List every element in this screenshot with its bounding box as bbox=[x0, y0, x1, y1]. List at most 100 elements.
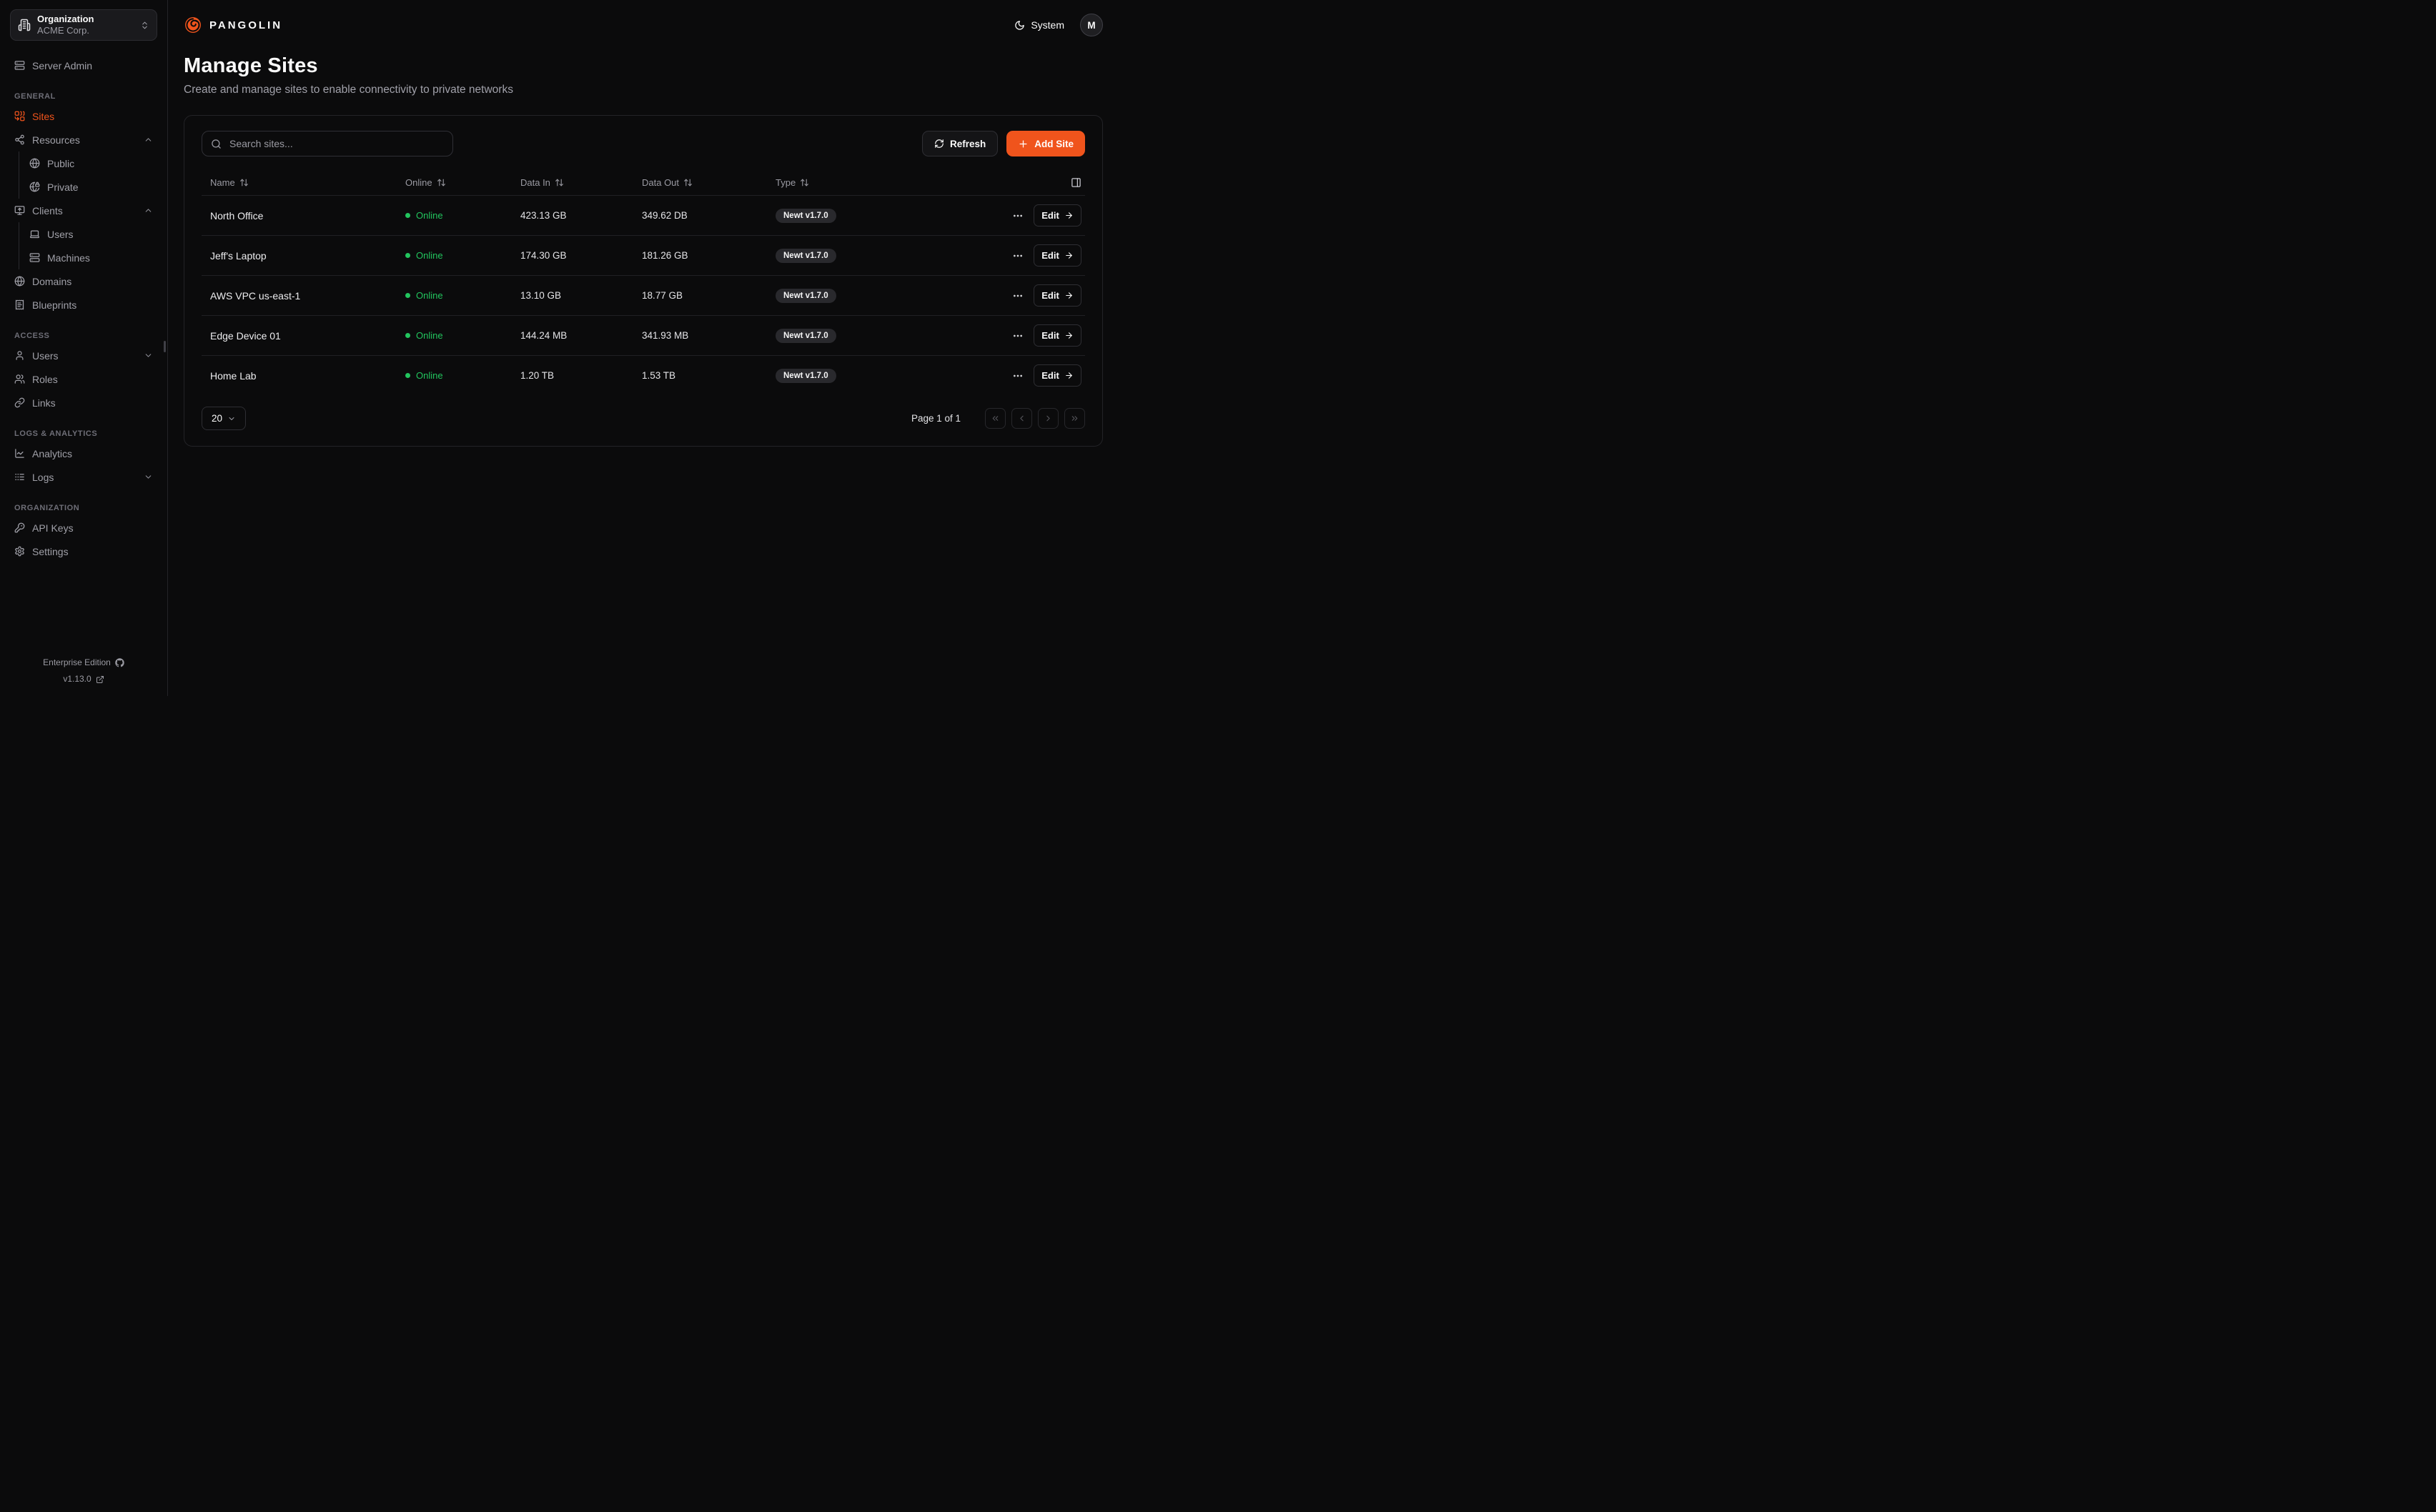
sidebar-item-settings[interactable]: Settings bbox=[10, 539, 157, 563]
row-menu-button[interactable] bbox=[1009, 207, 1027, 225]
search-input[interactable] bbox=[228, 137, 444, 150]
sites-card: Refresh Add Site Name Online bbox=[184, 115, 1103, 447]
sidebar-item-label: Users bbox=[47, 229, 74, 240]
prev-page-button[interactable] bbox=[1011, 408, 1032, 429]
building-icon bbox=[18, 19, 31, 31]
plus-icon bbox=[1018, 139, 1029, 149]
edit-button[interactable]: Edit bbox=[1034, 244, 1081, 267]
sidebar-item-label: Sites bbox=[32, 111, 54, 122]
type-badge: Newt v1.7.0 bbox=[776, 249, 836, 263]
link-icon bbox=[14, 397, 25, 408]
chevron-up-icon bbox=[144, 206, 153, 215]
column-header-data-in[interactable]: Data In bbox=[520, 177, 642, 188]
sidebar-item-api-keys[interactable]: API Keys bbox=[10, 516, 157, 539]
key-icon bbox=[14, 522, 25, 533]
table-row: Edge Device 01 Online 144.24 MB 341.93 M… bbox=[202, 315, 1085, 355]
column-header-name[interactable]: Name bbox=[202, 177, 405, 188]
sidebar-item-analytics[interactable]: Analytics bbox=[10, 442, 157, 465]
sidebar-item-label: Private bbox=[47, 181, 79, 193]
data-out-value: 181.26 GB bbox=[642, 250, 776, 261]
sidebar: Organization ACME Corp. Server Admin GEN… bbox=[0, 0, 168, 696]
edit-label: Edit bbox=[1041, 210, 1059, 221]
sidebar-scrollbar-thumb[interactable] bbox=[164, 341, 166, 352]
sidebar-item-users[interactable]: Users bbox=[10, 344, 157, 367]
sidebar-item-label: Resources bbox=[32, 134, 80, 146]
external-link-icon[interactable] bbox=[96, 675, 104, 684]
card-toolbar: Refresh Add Site bbox=[202, 131, 1085, 156]
github-icon[interactable] bbox=[115, 658, 124, 667]
sidebar-item-label: Server Admin bbox=[32, 60, 92, 71]
main-area: PANGOLIN System M Manage Sites Create an… bbox=[168, 0, 1121, 696]
sidebar-item-label: Domains bbox=[32, 276, 71, 287]
sidebar-item-blueprints[interactable]: Blueprints bbox=[10, 293, 157, 317]
arrow-right-icon bbox=[1064, 291, 1074, 300]
column-header-type[interactable]: Type bbox=[776, 177, 1002, 188]
sidebar-item-links[interactable]: Links bbox=[10, 391, 157, 414]
column-header-data-out[interactable]: Data Out bbox=[642, 177, 776, 188]
org-switcher[interactable]: Organization ACME Corp. bbox=[10, 9, 157, 41]
row-menu-button[interactable] bbox=[1009, 327, 1027, 345]
refresh-label: Refresh bbox=[950, 139, 986, 149]
sidebar-item-clients[interactable]: Clients bbox=[10, 199, 157, 222]
sidebar-item-machines[interactable]: Machines bbox=[25, 246, 157, 269]
sidebar-item-private[interactable]: Private bbox=[25, 175, 157, 199]
add-site-label: Add Site bbox=[1034, 139, 1074, 149]
row-menu-button[interactable] bbox=[1009, 247, 1027, 265]
status-label: Online bbox=[416, 210, 443, 221]
table-row: Home Lab Online 1.20 TB 1.53 TB Newt v1.… bbox=[202, 355, 1085, 395]
columns-icon bbox=[1071, 177, 1081, 188]
row-menu-button[interactable] bbox=[1009, 287, 1027, 305]
sidebar-item-server-admin[interactable]: Server Admin bbox=[10, 54, 157, 77]
table-row: North Office Online 423.13 GB 349.62 DB … bbox=[202, 195, 1085, 235]
toggle-columns-button[interactable] bbox=[1066, 173, 1085, 192]
site-name: Edge Device 01 bbox=[202, 330, 405, 342]
sidebar-item-logs[interactable]: Logs bbox=[10, 465, 157, 489]
arrow-right-icon bbox=[1064, 251, 1074, 260]
theme-toggle[interactable]: System bbox=[1014, 19, 1064, 31]
page-info: Page 1 of 1 bbox=[911, 413, 961, 424]
section-label-organization: ORGANIZATION bbox=[10, 504, 157, 512]
page-size-select[interactable]: 20 bbox=[202, 407, 246, 430]
add-site-button[interactable]: Add Site bbox=[1006, 131, 1085, 156]
arrow-right-icon bbox=[1064, 371, 1074, 380]
avatar-initial: M bbox=[1087, 20, 1095, 31]
search-icon bbox=[211, 139, 222, 149]
first-page-button[interactable] bbox=[985, 408, 1006, 429]
sidebar-item-label: Settings bbox=[32, 546, 69, 557]
data-out-value: 18.77 GB bbox=[642, 290, 776, 301]
column-header-online[interactable]: Online bbox=[405, 177, 520, 188]
refresh-button[interactable]: Refresh bbox=[922, 131, 998, 156]
sidebar-item-client-users[interactable]: Users bbox=[25, 222, 157, 246]
chevron-left-icon bbox=[1017, 414, 1026, 423]
chart-line-icon bbox=[14, 448, 25, 459]
sidebar-item-domains[interactable]: Domains bbox=[10, 269, 157, 293]
sidebar-item-label: Links bbox=[32, 397, 56, 409]
sidebar-item-sites[interactable]: Sites bbox=[10, 104, 157, 128]
chevron-down-icon bbox=[227, 414, 236, 423]
sidebar-nav: Server Admin GENERAL Sites Resources Pub… bbox=[10, 54, 157, 563]
table-footer: 20 Page 1 of 1 bbox=[202, 407, 1085, 430]
user-avatar[interactable]: M bbox=[1080, 14, 1103, 36]
edit-button[interactable]: Edit bbox=[1034, 204, 1081, 227]
pager: Page 1 of 1 bbox=[911, 408, 1085, 429]
next-page-button[interactable] bbox=[1038, 408, 1059, 429]
edit-button[interactable]: Edit bbox=[1034, 364, 1081, 387]
edit-label: Edit bbox=[1041, 290, 1059, 301]
edit-button[interactable]: Edit bbox=[1034, 284, 1081, 307]
sidebar-item-public[interactable]: Public bbox=[25, 151, 157, 175]
row-menu-button[interactable] bbox=[1009, 367, 1027, 385]
pager-buttons bbox=[985, 408, 1085, 429]
site-name: North Office bbox=[202, 210, 405, 222]
edit-button[interactable]: Edit bbox=[1034, 324, 1081, 347]
org-name: ACME Corp. bbox=[37, 25, 94, 36]
sidebar-item-roles[interactable]: Roles bbox=[10, 367, 157, 391]
sort-icon bbox=[239, 178, 249, 187]
online-dot-icon bbox=[405, 253, 410, 258]
column-label: Data In bbox=[520, 177, 550, 188]
sidebar-item-resources[interactable]: Resources bbox=[10, 128, 157, 151]
data-in-value: 423.13 GB bbox=[520, 210, 642, 221]
status-label: Online bbox=[416, 330, 443, 341]
last-page-button[interactable] bbox=[1064, 408, 1085, 429]
server-icon bbox=[14, 60, 25, 71]
version-label: v1.13.0 bbox=[63, 671, 91, 687]
